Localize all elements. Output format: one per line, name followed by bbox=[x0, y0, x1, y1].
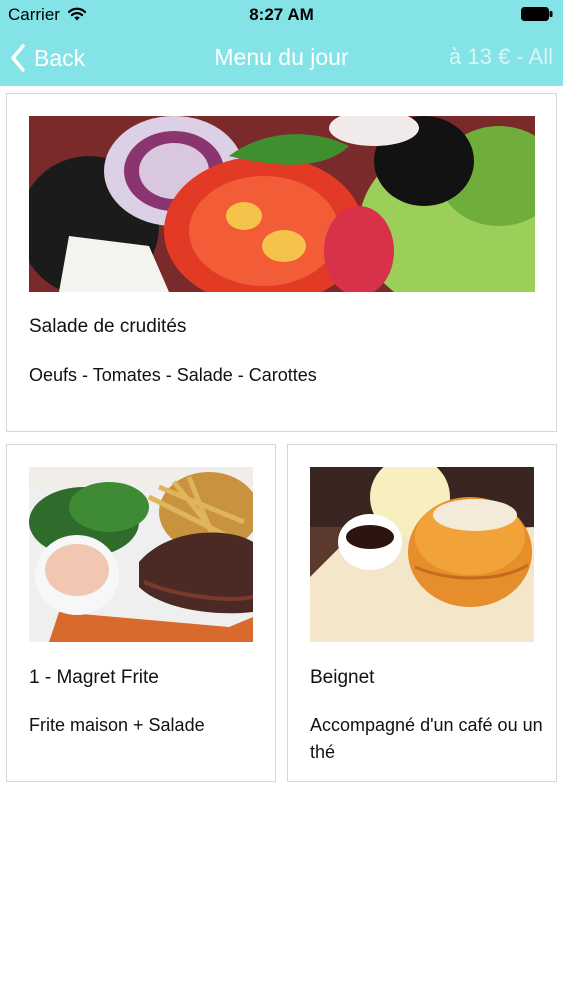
app-header: Carrier 8:27 AM Back Menu du jour à 13 €… bbox=[0, 0, 563, 86]
status-time: 8:27 AM bbox=[249, 5, 314, 24]
menu-item-name: 1 - Magret Frite bbox=[29, 667, 159, 688]
menu-item-name: Beignet bbox=[310, 667, 375, 688]
battery-icon bbox=[521, 7, 553, 21]
salad-photo bbox=[29, 116, 535, 292]
menu-item-card[interactable]: Beignet Accompagné d'un café ou un thé bbox=[287, 444, 557, 782]
beignet-photo bbox=[310, 467, 534, 642]
menu-item-name: Salade de crudités bbox=[29, 316, 187, 337]
nav-right-button[interactable]: à 13 € - All bbox=[449, 44, 553, 70]
status-bar: Carrier 8:27 AM bbox=[0, 0, 563, 30]
menu-item-card[interactable]: 1 - Magret Frite Frite maison + Salade bbox=[6, 444, 276, 782]
menu-item-description: Accompagné d'un café ou un thé bbox=[310, 715, 543, 762]
navigation-bar: Back Menu du jour à 13 € - All bbox=[0, 30, 563, 86]
duck-fries-photo bbox=[29, 467, 253, 642]
menu-item-description: Frite maison + Salade bbox=[29, 715, 205, 735]
menu-item-description: Oeufs - Tomates - Salade - Carottes bbox=[29, 365, 317, 385]
menu-item-card[interactable]: Salade de crudités Oeufs - Tomates - Sal… bbox=[6, 93, 557, 432]
